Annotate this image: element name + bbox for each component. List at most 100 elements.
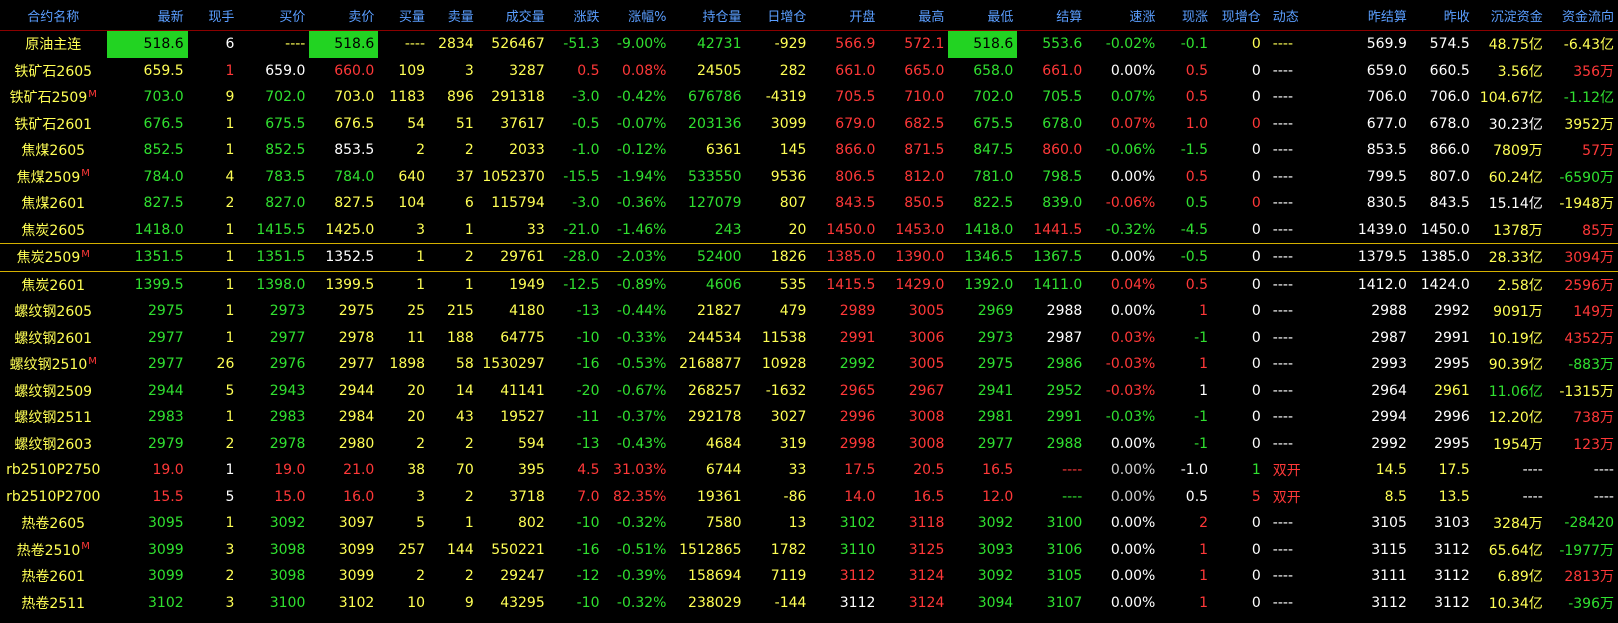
cell-volume: 526467 xyxy=(477,30,549,58)
table-row[interactable]: 原油主连 518.6 6 ---- 518.6 ---- 2834 526467 -51.3 -9… xyxy=(0,30,1618,58)
cell-prev-settle: 2993 xyxy=(1371,356,1407,373)
cell-change: -10 xyxy=(576,329,600,346)
cell-open: 661.0 xyxy=(835,62,876,79)
cell-ask-vol: 2 xyxy=(464,435,474,452)
table-row[interactable]: 铁矿石2601 676.5 1 675.5 676.5 54 51 37617 -0.5 -0.0… xyxy=(0,111,1618,138)
cell-bid: 2976 xyxy=(269,356,306,373)
cell-oi-change: 3099 xyxy=(770,115,807,132)
cell-capital: ---- xyxy=(1522,462,1543,479)
cell-bid-vol: 1 xyxy=(378,243,430,272)
table-row[interactable]: 螺纹钢2510M 2977 26 2976 2977 1898 58 1530297 -16 -0… xyxy=(0,351,1618,378)
cell-bid: 675.5 xyxy=(265,115,306,132)
cell-prev-close: 1424.0 xyxy=(1420,276,1470,293)
cell-dynamic: ---- xyxy=(1272,541,1294,558)
cell-bid: 1351.5 xyxy=(238,243,310,272)
cell-change: -0.5 xyxy=(572,115,600,132)
quote-rows: 原油主连 518.6 6 ---- 518.6 ---- 2834 526467 -51.3 -9… xyxy=(0,30,1618,617)
cell-prev-close: 1385.0 xyxy=(1410,243,1474,272)
table-row[interactable]: 热卷2511 3102 3 3100 3102 10 9 43295 -10 -0.32% 2380… xyxy=(0,590,1618,617)
table-row[interactable]: 螺纹钢2511 2983 1 2983 2984 20 43 19527 -11 -0.37% 29… xyxy=(0,404,1618,431)
cell-prev-settle: 706.0 xyxy=(1366,89,1407,106)
cell-ask: 2978 xyxy=(338,329,375,346)
header-open-interest[interactable]: 持仓量 xyxy=(670,0,745,31)
cell-oi-change: 33 xyxy=(788,462,807,479)
cell-dynamic: ---- xyxy=(1272,89,1294,106)
table-row[interactable]: 焦炭2509M 1351.5 1 1351.5 1352.5 1 2 29761 -28.0 -2… xyxy=(0,243,1618,272)
cell-oi-change: 20 xyxy=(788,221,807,238)
cell-prev-close: 866.0 xyxy=(1429,142,1470,159)
cell-volume: 594 xyxy=(518,435,545,452)
table-row[interactable]: 焦炭2601 1399.5 1 1398.0 1399.5 1 1 1949 -12.5 -0.8… xyxy=(0,271,1618,298)
table-row[interactable]: 螺纹钢2603 2979 2 2978 2980 2 2 594 -13 -0.43% 4684 31… xyxy=(0,431,1618,458)
header-high[interactable]: 最高 xyxy=(879,0,948,31)
cell-bid: 1398.0 xyxy=(256,276,306,293)
header-capital-flow[interactable]: 资金流向 xyxy=(1547,0,1618,31)
cell-open-interest: 2168877 xyxy=(679,356,742,373)
cell-dynamic: ---- xyxy=(1272,142,1294,159)
cell-change-pct: -0.67% xyxy=(616,382,667,399)
header-prev-close[interactable]: 昨收 xyxy=(1411,0,1474,31)
header-name[interactable]: 合约名称 xyxy=(0,0,107,31)
cell-change-pct: 31.03% xyxy=(613,462,667,479)
header-dynamic[interactable]: 动态 xyxy=(1265,0,1310,31)
table-row[interactable]: 螺纹钢2509 2944 5 2943 2944 20 14 41141 -20 -0.67% 26… xyxy=(0,378,1618,405)
cell-now-change: 0.5 xyxy=(1185,195,1209,212)
header-change[interactable]: 涨跌 xyxy=(549,0,604,31)
table-row[interactable]: 螺纹钢2605 2975 1 2973 2975 25 215 4180 -13 -0.44% 21… xyxy=(0,298,1618,325)
cell-name: 焦煤2605 xyxy=(21,143,86,160)
header-low[interactable]: 最低 xyxy=(948,0,1017,31)
table-row[interactable]: 焦煤2601 827.5 2 827.0 827.5 104 6 115794 -3.0 -0.3… xyxy=(0,190,1618,217)
cell-ask-vol: 43 xyxy=(455,409,474,426)
header-volume[interactable]: 成交量 xyxy=(478,0,549,31)
header-bid[interactable]: 买价 xyxy=(238,0,309,31)
cell-low: 16.5 xyxy=(982,462,1014,479)
table-row[interactable]: 热卷2605 3095 1 3092 3097 5 1 802 -10 -0.32% 7580 13 3… xyxy=(0,510,1618,537)
cell-open-interest: 42731 xyxy=(670,30,746,58)
cell-open: 2996 xyxy=(839,409,876,426)
table-row[interactable]: rb2510P2700 15.5 5 15.0 16.0 3 2 3718 7.0 82.35% 1… xyxy=(0,484,1618,511)
header-oi-change[interactable]: 日增仓 xyxy=(746,0,811,31)
cell-speed: 0.00% xyxy=(1110,168,1156,185)
cell-now-oi: 0 xyxy=(1251,89,1261,106)
cell-open-interest: 6744 xyxy=(705,462,742,479)
table-row[interactable]: 焦炭2605 1418.0 1 1415.5 1425.0 3 1 33 -21.0 -1.46%… xyxy=(0,217,1618,244)
cell-open: 866.0 xyxy=(835,142,876,159)
table-row[interactable]: rb2510P2750 19.0 1 19.0 21.0 38 70 395 4.5 31.03%… xyxy=(0,457,1618,484)
table-row[interactable]: 热卷2601 3099 2 3098 3099 2 2 29247 -12 -0.39% 15869… xyxy=(0,563,1618,590)
cell-ask: 1425.0 xyxy=(325,221,375,238)
cell-oi-change: -144 xyxy=(774,594,807,611)
cell-bid: ---- xyxy=(238,30,310,58)
cell-change-pct: -0.51% xyxy=(616,541,667,558)
cell-now-change: -1 xyxy=(1194,409,1209,426)
header-bid-vol[interactable]: 买量 xyxy=(378,0,429,31)
header-ask[interactable]: 卖价 xyxy=(309,0,378,31)
table-row[interactable]: 热卷2510M 3099 3 3098 3099 257 144 550221 -16 -0.51… xyxy=(0,537,1618,564)
header-speed[interactable]: 速涨 xyxy=(1086,0,1159,31)
cell-speed: 0.00% xyxy=(1110,303,1156,320)
header-capital[interactable]: 沉淀资金 xyxy=(1474,0,1547,31)
header-settle[interactable]: 结算 xyxy=(1017,0,1086,31)
cell-speed: -0.32% xyxy=(1105,221,1156,238)
header-last[interactable]: 最新 xyxy=(107,0,188,31)
table-row[interactable]: 焦煤2605 852.5 1 852.5 853.5 2 2 2033 -1.0 -0.12% 63… xyxy=(0,137,1618,164)
cell-bid: 783.5 xyxy=(265,168,306,185)
cell-capital: 11.06亿 xyxy=(1488,383,1543,400)
header-open[interactable]: 开盘 xyxy=(810,0,879,31)
header-prev-settle[interactable]: 昨结算 xyxy=(1309,0,1410,31)
cell-open-interest: 676786 xyxy=(688,89,742,106)
header-vol-now[interactable]: 现手 xyxy=(188,0,239,31)
cell-dynamic: ---- xyxy=(1272,195,1294,212)
cell-dynamic: ---- xyxy=(1272,329,1294,346)
table-row[interactable]: 螺纹钢2601 2977 1 2977 2978 11 188 64775 -10 -0.33% 2… xyxy=(0,325,1618,352)
header-ask-vol[interactable]: 卖量 xyxy=(429,0,478,31)
cell-now-oi: 0 xyxy=(1251,329,1261,346)
cell-settle: 553.6 xyxy=(1017,30,1087,58)
cell-now-oi: 0 xyxy=(1251,195,1261,212)
header-now-oi[interactable]: 现增仓 xyxy=(1212,0,1265,31)
table-row[interactable]: 铁矿石2509M 703.0 9 702.0 703.0 1183 896 291318 -3.… xyxy=(0,84,1618,111)
table-row[interactable]: 铁矿石2605 659.5 1 659.0 660.0 109 3 3287 0.5 0.08% 2… xyxy=(0,58,1618,85)
table-row[interactable]: 焦煤2509M 784.0 4 783.5 784.0 640 37 1052370 -15.5… xyxy=(0,164,1618,191)
cell-name: rb2510P2750 xyxy=(6,462,101,479)
header-change-pct[interactable]: 涨幅% xyxy=(604,0,671,31)
header-now-change[interactable]: 现涨 xyxy=(1159,0,1212,31)
